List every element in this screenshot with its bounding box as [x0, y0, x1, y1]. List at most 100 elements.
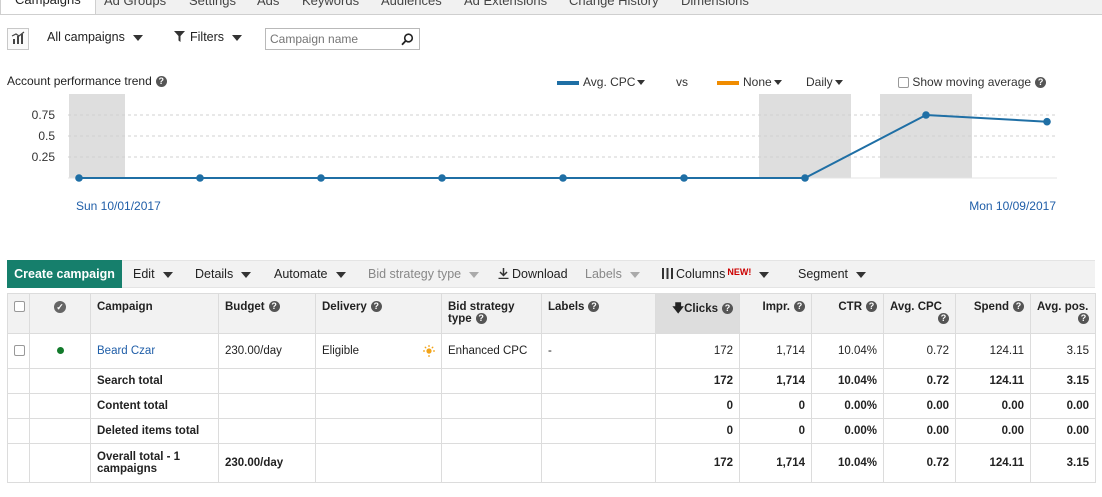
help-icon[interactable]: ? [722, 303, 733, 315]
labels-header[interactable]: Labels? [541, 293, 656, 334]
help-icon[interactable]: ? [370, 301, 382, 313]
labels-dropdown[interactable]: Labels [585, 267, 640, 281]
segment-dropdown[interactable]: Segment [798, 267, 867, 281]
campaign-search-input[interactable] [270, 32, 395, 46]
metric2-dropdown[interactable]: None [717, 75, 782, 89]
granularity-dropdown[interactable]: Daily [806, 75, 843, 89]
ctr-header[interactable]: CTR? [811, 293, 884, 334]
vs-label: vs [676, 75, 688, 89]
moving-average-toggle[interactable]: Show moving average? [898, 75, 1047, 89]
y-tick-label: 0.25 [32, 150, 56, 164]
tab-ads[interactable]: Ads [257, 0, 279, 8]
tab-change-history[interactable]: Change History [569, 0, 659, 8]
delivery-header[interactable]: Delivery? [315, 293, 442, 334]
data-point[interactable] [680, 174, 688, 182]
campaign-header[interactable]: Campaign [90, 293, 219, 334]
chevron-down-icon [773, 80, 782, 86]
download-icon [498, 268, 509, 280]
budget-header[interactable]: Budget? [218, 293, 316, 334]
chart-end-date: Mon 10/09/2017 [969, 199, 1056, 213]
avg-cpc-cell: 0.72 [883, 333, 956, 369]
help-icon[interactable]: ? [155, 76, 167, 88]
campaign-search-box[interactable] [265, 28, 420, 50]
sort-down-arrow-icon: 🡇 [672, 303, 685, 315]
edit-dropdown[interactable]: Edit [133, 267, 173, 281]
tab-bar: Campaigns Ad Groups Settings Ads Keyword… [0, 0, 1102, 15]
chevron-down-icon [132, 34, 143, 41]
bid-strategy-cell[interactable]: Enhanced CPC [441, 333, 542, 369]
total-label: Content total [90, 393, 219, 419]
help-icon[interactable]: ? [794, 301, 805, 313]
automate-dropdown[interactable]: Automate [274, 267, 346, 281]
create-campaign-button[interactable]: Create campaign [7, 260, 122, 288]
filters-dropdown[interactable]: Filters [174, 30, 243, 44]
tab-keywords[interactable]: Keywords [302, 0, 359, 8]
total-label: Search total [90, 368, 219, 394]
help-icon[interactable]: ? [475, 313, 487, 325]
data-point[interactable] [922, 111, 930, 119]
y-tick-label: 0.75 [32, 108, 56, 122]
bid-strategy-type-header[interactable]: Bid strategy type? [441, 293, 542, 334]
help-icon[interactable]: ? [1078, 313, 1089, 324]
total-label: Deleted items total [90, 418, 219, 444]
campaign-name-cell: Beard Czar [90, 333, 219, 369]
search-icon[interactable] [401, 33, 414, 46]
tab-ad-extensions[interactable]: Ad Extensions [464, 0, 547, 8]
delivery-cell: Eligible [315, 333, 442, 369]
data-point[interactable] [559, 174, 567, 182]
help-icon[interactable]: ? [1035, 77, 1047, 89]
row-checkbox[interactable] [14, 345, 25, 357]
performance-trend-title: Account performance trend? [7, 74, 167, 88]
metric1-swatch [557, 80, 579, 85]
budget-cell[interactable]: 230.00/day [218, 333, 316, 369]
avg-pos-header[interactable]: Avg. pos.? [1030, 293, 1096, 334]
data-point[interactable] [801, 174, 809, 182]
table-header-row: ✓ Campaign Budget? Delivery? Bid strateg… [7, 293, 1096, 334]
select-all-cell [7, 293, 30, 334]
details-dropdown[interactable]: Details [195, 267, 252, 281]
chevron-down-icon [335, 271, 346, 278]
metric1-dropdown[interactable]: Avg. CPC [557, 75, 646, 89]
columns-dropdown[interactable]: Columns NEW! [662, 267, 770, 281]
impr-header[interactable]: Impr.? [739, 293, 812, 334]
data-point[interactable] [317, 174, 325, 182]
chevron-down-icon [759, 271, 770, 278]
select-all-checkbox[interactable] [14, 301, 25, 313]
help-icon[interactable]: ? [938, 313, 949, 324]
clicks-header[interactable]: 🡇Clicks? [655, 293, 740, 334]
tab-ad-groups[interactable]: Ad Groups [104, 0, 166, 8]
chevron-down-icon [834, 80, 843, 86]
help-icon[interactable]: ? [588, 301, 600, 313]
status-check-icon: ✓ [54, 301, 66, 313]
moving-average-checkbox[interactable] [898, 77, 909, 89]
chevron-down-icon [629, 271, 640, 278]
search-total-row: Search total 172 1,714 10.04% 0.72 124.1… [7, 368, 1096, 394]
chart-start-date: Sun 10/01/2017 [76, 199, 161, 213]
opportunity-bulb-icon[interactable] [423, 345, 435, 357]
tab-audiences[interactable]: Audiences [381, 0, 442, 8]
campaign-name-link[interactable]: Beard Czar [97, 345, 155, 357]
data-point[interactable] [75, 174, 83, 182]
data-point[interactable] [1043, 117, 1051, 126]
help-icon[interactable]: ? [866, 301, 877, 313]
labels-cell[interactable]: - [541, 333, 656, 369]
download-button[interactable]: Download [498, 267, 568, 281]
tab-settings[interactable]: Settings [189, 0, 236, 8]
chart-toggle-button[interactable] [7, 28, 29, 50]
table-row[interactable]: Beard Czar 230.00/day Eligible Enhanced … [7, 333, 1096, 369]
help-icon[interactable]: ? [268, 301, 280, 313]
data-point[interactable] [196, 174, 204, 182]
data-point[interactable] [438, 174, 446, 182]
status-enabled-dot-icon[interactable] [56, 347, 64, 354]
chevron-down-icon [232, 34, 243, 41]
spend-header[interactable]: Spend? [955, 293, 1031, 334]
help-icon[interactable]: ? [1013, 301, 1024, 313]
campaign-filter-dropdown[interactable]: All campaigns [47, 30, 143, 44]
chevron-down-icon [162, 271, 173, 278]
chevron-down-icon [469, 271, 480, 278]
status-header[interactable]: ✓ [29, 293, 91, 334]
bid-strategy-type-dropdown[interactable]: Bid strategy type [368, 267, 480, 281]
tab-dimensions[interactable]: Dimensions [681, 0, 749, 8]
tab-campaigns[interactable]: Campaigns [0, 0, 96, 14]
avg-cpc-header[interactable]: Avg. CPC? [883, 293, 956, 334]
